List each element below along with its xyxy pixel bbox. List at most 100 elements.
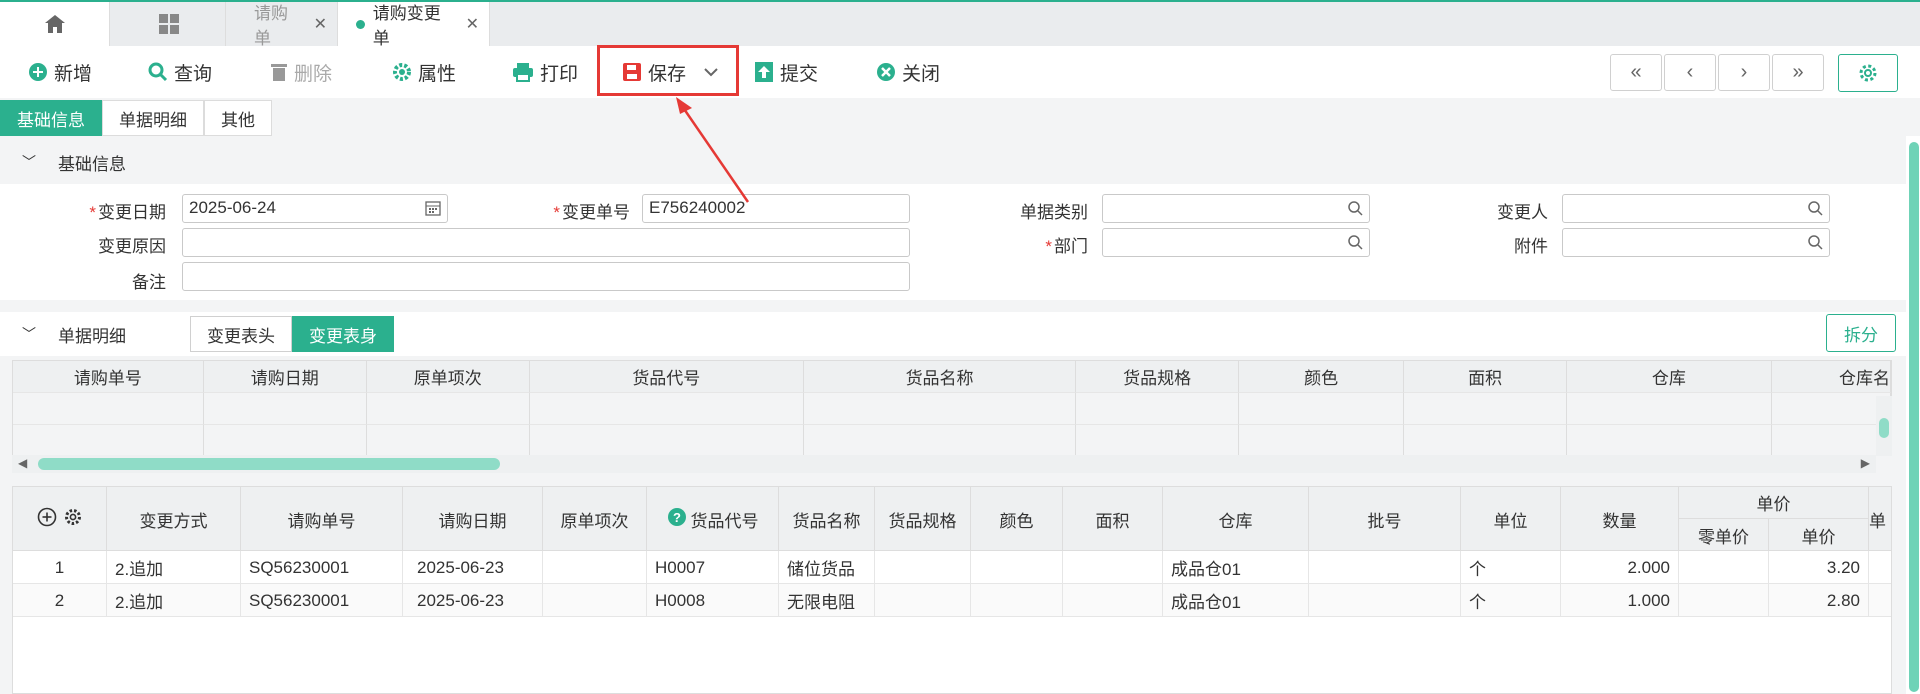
tab-purchase-request[interactable]: 请购单 ✕ (228, 2, 338, 48)
column-header[interactable]: 面积 (1063, 487, 1163, 551)
column-header[interactable]: 零单价 (1679, 519, 1769, 551)
toggle-body[interactable]: 变更表身 (292, 316, 394, 352)
properties-button[interactable]: 属性 (392, 46, 456, 98)
query-button[interactable]: 查询 (148, 46, 212, 98)
column-header[interactable]: 仓库 (1163, 487, 1309, 551)
tab-label: 请购变更单 (372, 4, 441, 48)
printer-icon (512, 62, 534, 82)
next-page-button[interactable]: › (1718, 54, 1770, 91)
last-page-button[interactable]: » (1772, 54, 1824, 91)
reason-field[interactable] (182, 228, 910, 257)
column-header[interactable]: 单 (1869, 487, 1891, 551)
query-label: 查询 (174, 63, 213, 85)
basic-info-header[interactable]: ﹀ 基础信息 (0, 140, 1906, 184)
scroll-left-icon[interactable]: ◀ (18, 456, 27, 470)
column-header[interactable]: 货品名称 (803, 361, 1077, 393)
svg-text:?: ? (673, 510, 681, 525)
print-button[interactable]: 打印 (512, 46, 578, 98)
changer-field[interactable] (1562, 194, 1830, 223)
remark-field[interactable] (182, 262, 910, 291)
column-header[interactable]: 变更方式 (107, 487, 241, 551)
column-header[interactable]: 颜色 (971, 487, 1063, 551)
settings-button[interactable] (1838, 54, 1898, 92)
search-icon (148, 62, 168, 82)
tab-other[interactable]: 其他 (204, 100, 272, 136)
column-header[interactable]: 原单项次 (543, 487, 647, 551)
column-header[interactable]: 数量 (1561, 487, 1679, 551)
column-header[interactable]: 面积 (1404, 361, 1568, 393)
close-icon[interactable]: ✕ (314, 14, 327, 34)
upload-icon (754, 61, 774, 83)
new-button[interactable]: 新增 (28, 46, 92, 98)
page-scrollbar[interactable] (1906, 136, 1920, 694)
first-page-button[interactable]: « (1610, 54, 1662, 91)
delete-label: 删除 (294, 63, 333, 85)
column-header[interactable]: 货品名称 (779, 487, 875, 551)
column-header[interactable]: 单位 (1461, 487, 1561, 551)
column-header[interactable]: 请购单号 (241, 487, 403, 551)
save-highlight-box (597, 45, 739, 96)
prev-page-button[interactable]: ‹ (1664, 54, 1716, 91)
delete-button[interactable]: 删除 (270, 46, 332, 98)
search-icon[interactable] (1807, 234, 1823, 255)
print-label: 打印 (540, 63, 579, 85)
change-date-field[interactable]: 2025-06-24 (182, 194, 448, 223)
search-icon[interactable] (1347, 234, 1363, 255)
calendar-icon[interactable] (425, 200, 441, 221)
table-row[interactable]: 1 2.追加 SQ56230001 2025-06-23 H0007 储位货品 … (13, 551, 1891, 584)
table-row[interactable]: 2 2.追加 SQ56230001 2025-06-23 H0008 无限电阻 … (13, 584, 1891, 617)
column-header[interactable]: 货品规格 (875, 487, 971, 551)
column-header[interactable]: 颜色 (1239, 361, 1405, 393)
column-header[interactable]: 货品代号 (529, 361, 804, 393)
close-button[interactable]: 关闭 (876, 46, 940, 98)
column-header[interactable]: 仓库 (1567, 361, 1772, 393)
column-header[interactable]: 货品规格 (1076, 361, 1240, 393)
close-icon[interactable]: ✕ (466, 14, 479, 34)
column-header[interactable]: 请购日期 (403, 487, 543, 551)
dept-field[interactable] (1102, 228, 1370, 257)
home-tab[interactable] (0, 2, 110, 46)
toggle-header[interactable]: 变更表头 (190, 316, 292, 352)
tab-purchase-change[interactable]: 请购变更单 ✕ (338, 2, 490, 48)
plus-circle-icon (28, 62, 48, 82)
column-header[interactable]: 单价 (1769, 519, 1869, 551)
column-header[interactable]: 批号 (1309, 487, 1461, 551)
grid-icon (158, 14, 179, 34)
chevron-down-icon: ﹀ (22, 154, 36, 170)
apps-tab[interactable] (112, 2, 226, 46)
column-header[interactable]: 仓库名 (1771, 361, 1891, 393)
properties-label: 属性 (418, 63, 457, 85)
doc-type-label: 单据类别 (1020, 203, 1088, 222)
chevron-down-icon: ﹀ (22, 326, 36, 342)
grid-header: 变更方式 请购单号 请购日期 原单项次 ? 货品代号 货品名称 货品规格 颜色 … (13, 487, 1891, 551)
column-header[interactable]: 原单项次 (366, 361, 530, 393)
column-header[interactable]: 请购单号 (13, 361, 204, 393)
gear-icon[interactable] (63, 507, 83, 532)
vertical-scrollbar[interactable] (1876, 396, 1892, 456)
submit-button[interactable]: 提交 (754, 46, 818, 98)
split-button[interactable]: 拆分 (1826, 314, 1896, 352)
attach-field[interactable] (1562, 228, 1830, 257)
scroll-thumb[interactable] (1909, 142, 1919, 692)
active-dot-icon (356, 19, 365, 29)
row-tools (13, 487, 107, 551)
tab-bar: 请购单 ✕ 请购变更单 ✕ (0, 0, 1920, 48)
help-icon[interactable]: ? (667, 507, 687, 532)
submit-label: 提交 (780, 63, 819, 85)
gear-icon (1859, 64, 1877, 82)
search-icon[interactable] (1347, 200, 1363, 221)
close-circle-icon (876, 62, 896, 82)
section-tabs: 基础信息 单据明细 其他 (0, 100, 272, 136)
tab-doc-detail[interactable]: 单据明细 (102, 100, 204, 136)
change-no-field[interactable]: E756240002 (642, 194, 910, 223)
column-header[interactable]: 请购日期 (203, 361, 367, 393)
doc-type-field[interactable] (1102, 194, 1370, 223)
scroll-right-icon[interactable]: ▶ (1861, 456, 1870, 470)
search-icon[interactable] (1807, 200, 1823, 221)
column-header[interactable]: ? 货品代号 (647, 487, 779, 551)
tab-basic-info[interactable]: 基础信息 (0, 100, 102, 136)
scroll-thumb[interactable] (38, 458, 500, 470)
add-row-icon[interactable] (37, 507, 57, 532)
horizontal-scrollbar[interactable]: ◀ ▶ (12, 455, 1876, 473)
change-date-label: * 变更日期 (89, 203, 166, 222)
